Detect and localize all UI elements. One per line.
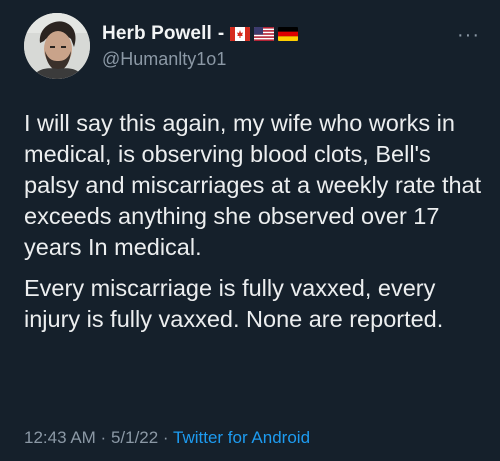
tweet-date[interactable]: 5/1/22 [111,428,158,447]
tweet-paragraph-1: I will say this again, my wife who works… [24,110,482,260]
name-separator: - [217,22,225,44]
author-name[interactable]: Herb Powell [102,23,212,45]
tweet-card: Herb Powell - @Humanlty1o1 ··· I will sa… [0,0,500,461]
tweet-paragraph-2: Every miscarriage is fully vaxxed, every… [24,275,444,332]
tweet-meta: 12:43 AM · 5/1/22 · Twitter for Android [24,428,310,448]
canada-flag-icon [230,26,251,41]
tweet-text: I will say this again, my wife who works… [24,108,486,335]
meta-separator: · [95,428,111,447]
avatar[interactable] [24,13,90,79]
germany-flag-icon [278,26,299,41]
tweet-header: Herb Powell - @Humanlty1o1 [24,12,484,80]
usa-flag-icon [254,26,275,41]
more-dots-icon[interactable]: ··· [457,24,480,47]
avatar-image [24,13,90,79]
tweet-time[interactable]: 12:43 AM [24,428,96,447]
author-handle[interactable]: @Humanlty1o1 [102,49,298,70]
author-block: Herb Powell - @Humanlty1o1 [102,22,299,70]
author-name-row: Herb Powell - [102,22,299,45]
tweet-source-link[interactable]: Twitter for Android [173,428,310,447]
meta-separator-2: · [158,428,174,447]
flag-group [230,26,299,41]
